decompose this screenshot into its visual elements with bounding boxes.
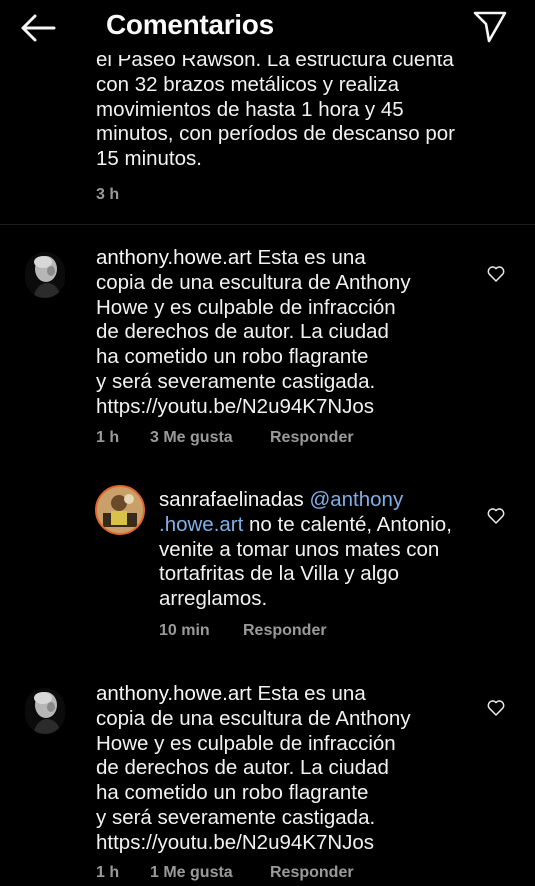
avatar[interactable] [95,485,145,535]
avatar[interactable] [25,688,65,734]
like-heart-icon[interactable] [487,265,505,283]
likes-count[interactable]: 1 Me gusta [150,864,233,882]
comment-body: anthony.howe.art Esta es una copia de un… [96,682,426,856]
reply-button[interactable]: Responder [243,622,327,640]
reply-body: sanrafaelinadas @anthony .howe.art no te… [159,488,479,612]
comment-time: 1 h [96,429,120,446]
mention-link-continued[interactable]: .howe.art [159,513,243,536]
comment-body: anthony.howe.art Esta es una copia de un… [96,246,426,420]
likes-count[interactable]: 3 Me gusta [150,429,233,447]
comment-username[interactable]: sanrafaelinadas [159,488,304,511]
comment-text: Esta es una copia de una escultura de An… [96,682,411,854]
comment-text: Esta es una copia de una escultura de An… [96,246,411,418]
like-heart-icon[interactable] [487,507,505,525]
send-icon[interactable] [472,10,508,44]
page-title: Comentarios [106,9,274,40]
user-photo-icon [25,688,65,734]
user-photo-icon [25,252,65,298]
reply-button[interactable]: Responder [270,864,354,882]
comment-username[interactable]: anthony.howe.art [96,682,252,705]
comment-username[interactable]: anthony.howe.art [96,246,252,269]
comment-time: 1 h [96,864,120,881]
reply-button[interactable]: Responder [270,429,354,447]
first-comment-text: el Paseo Rawson. La estructura cuenta co… [96,55,455,171]
first-comment-time: 3 h [96,186,120,203]
avatar[interactable] [25,252,65,298]
user-photo-icon [97,487,143,533]
comment-time: 10 min [159,622,210,639]
like-heart-icon[interactable] [487,699,505,717]
top-bar: Comentarios [0,0,535,55]
back-arrow-icon[interactable] [18,12,58,44]
first-comment: el Paseo Rawson. La estructura cuenta co… [0,55,535,225]
divider [0,224,535,225]
mention-link[interactable]: @anthony [304,488,403,511]
